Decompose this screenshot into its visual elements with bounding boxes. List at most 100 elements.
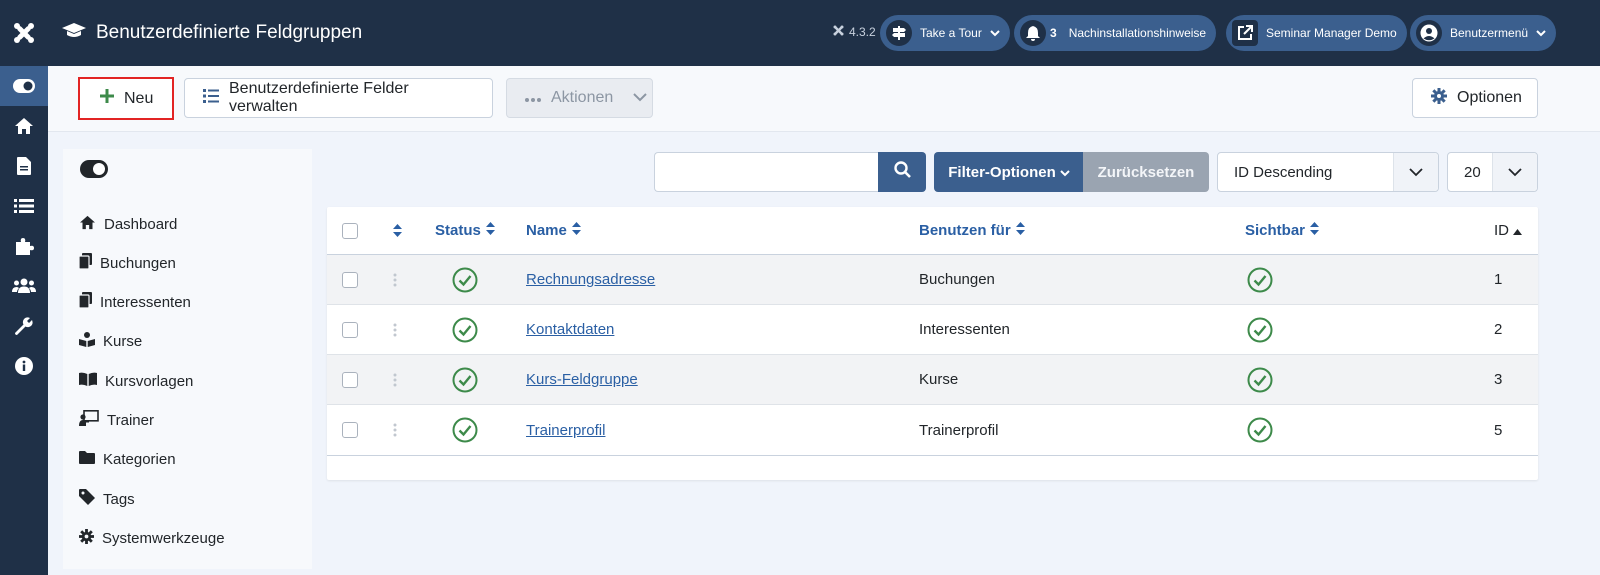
users-icon[interactable] xyxy=(0,266,48,306)
user-menu-button[interactable]: Benutzermenü xyxy=(1410,15,1557,51)
list-icon xyxy=(203,88,219,108)
check-all-checkbox[interactable] xyxy=(342,207,358,254)
sort-icon xyxy=(1310,222,1320,239)
row-checkbox[interactable] xyxy=(342,305,358,354)
sort-icon xyxy=(1015,222,1025,239)
wrench-icon[interactable] xyxy=(0,306,48,346)
row-id: 1 xyxy=(1494,271,1503,288)
ordering-sort-icon[interactable] xyxy=(393,207,402,254)
file-icon[interactable] xyxy=(0,146,48,186)
filter-options-button[interactable]: Filter-Optionen xyxy=(934,152,1084,192)
visible-column-header[interactable]: Sichtbar xyxy=(1245,207,1320,254)
copy-icon xyxy=(78,292,92,312)
row-checkbox[interactable] xyxy=(342,405,358,455)
actions-dropdown[interactable]: Aktionen xyxy=(506,78,653,118)
toggle-menu-icon[interactable] xyxy=(0,66,48,106)
published-status-icon[interactable] xyxy=(452,305,478,354)
row-checkbox[interactable] xyxy=(342,355,358,404)
folder-icon xyxy=(79,450,95,468)
search-input[interactable] xyxy=(654,152,878,192)
take-tour-button[interactable]: Take a Tour xyxy=(880,15,1010,51)
options-button[interactable]: Optionen xyxy=(1412,78,1538,118)
post-installation-messages-button[interactable]: 3 Nachinstallationshinweise xyxy=(1014,15,1217,51)
table-footer xyxy=(327,455,1538,456)
status-column-header[interactable]: Status xyxy=(435,207,495,254)
table-row: Kontaktdaten Interessenten 2 xyxy=(327,305,1538,355)
book-open-icon xyxy=(79,372,97,390)
row-id: 2 xyxy=(1494,321,1503,338)
plus-icon xyxy=(100,89,114,108)
chevron-down-icon xyxy=(1492,153,1537,191)
puzzle-icon[interactable] xyxy=(0,226,48,266)
chevron-down-icon xyxy=(1393,153,1438,191)
new-button[interactable]: Neu xyxy=(78,77,174,120)
list-icon[interactable] xyxy=(0,186,48,226)
joomla-logo-icon[interactable] xyxy=(0,0,48,66)
home-icon[interactable] xyxy=(0,106,48,146)
graduation-cap-icon xyxy=(62,22,86,45)
row-checkbox[interactable] xyxy=(342,255,358,304)
info-icon[interactable] xyxy=(0,346,48,386)
name-column-header[interactable]: Name xyxy=(526,207,581,254)
ellipsis-icon xyxy=(525,89,541,107)
drag-handle-icon[interactable] xyxy=(393,255,397,304)
reset-button[interactable]: Zurücksetzen xyxy=(1083,152,1209,192)
sort-icon xyxy=(485,222,495,239)
used-for-column-header[interactable]: Benutzen für xyxy=(919,207,1025,254)
signpost-icon xyxy=(886,20,912,46)
drag-handle-icon[interactable] xyxy=(393,305,397,354)
search-button[interactable] xyxy=(878,152,926,192)
page-title: Benutzerdefinierte Feldgruppen xyxy=(96,22,363,43)
sidebar-item-courses[interactable]: Kurse xyxy=(79,329,142,353)
site-link-button[interactable]: Seminar Manager Demo xyxy=(1226,15,1407,51)
visible-status-icon xyxy=(1247,405,1273,455)
manage-fields-button[interactable]: Benutzerdefinierte Felder verwalten xyxy=(184,78,493,118)
visible-status-icon xyxy=(1247,255,1273,304)
sidebar-item-dashboard[interactable]: Dashboard xyxy=(79,212,177,236)
sidebar-toggle-icon[interactable] xyxy=(80,160,108,183)
drag-handle-icon[interactable] xyxy=(393,355,397,404)
id-column-header[interactable]: ID xyxy=(1494,207,1522,254)
sidebar-item-system-tools[interactable]: Systemwerkzeuge xyxy=(79,526,225,550)
row-name-link[interactable]: Kurs-Feldgruppe xyxy=(526,371,638,388)
version-label: 4.3.2 xyxy=(849,25,876,39)
chevron-down-icon xyxy=(1536,26,1546,40)
drag-handle-icon[interactable] xyxy=(393,405,397,455)
row-name-link[interactable]: Kontaktdaten xyxy=(526,321,614,338)
list-limit-select[interactable]: 20 xyxy=(1447,152,1538,192)
sidebar-item-categories[interactable]: Kategorien xyxy=(79,447,176,471)
row-id: 5 xyxy=(1494,421,1503,439)
joomla-small-icon xyxy=(833,25,844,39)
sidebar-item-prospects[interactable]: Interessenten xyxy=(78,290,191,314)
field-groups-table: Status Name Benutzen für Sichtbar ID Rec… xyxy=(327,207,1538,480)
sidebar-item-trainer[interactable]: Trainer xyxy=(79,408,154,432)
sidebar-item-bookings[interactable]: Buchungen xyxy=(78,251,176,275)
tag-icon xyxy=(79,489,95,509)
cog-icon xyxy=(79,528,94,548)
row-name-link[interactable]: Rechnungsadresse xyxy=(526,271,655,288)
ordering-select[interactable]: ID Descending xyxy=(1217,152,1439,192)
published-status-icon[interactable] xyxy=(452,405,478,455)
table-row: Rechnungsadresse Buchungen 1 xyxy=(327,255,1538,305)
sidebar-item-course-templates[interactable]: Kursvorlagen xyxy=(79,369,193,393)
sort-icon xyxy=(571,222,581,239)
visible-status-icon xyxy=(1247,305,1273,354)
table-row: Trainerprofil Trainerprofil 5 xyxy=(327,405,1538,455)
visible-status-icon xyxy=(1247,355,1273,404)
published-status-icon[interactable] xyxy=(452,355,478,404)
chalkboard-teacher-icon xyxy=(79,410,99,430)
chevron-down-icon xyxy=(633,89,647,107)
home-icon xyxy=(79,215,96,234)
row-used-for: Trainerprofil xyxy=(919,421,999,439)
notification-count: 3 xyxy=(1050,26,1057,40)
table-row: Kurs-Feldgruppe Kurse 3 xyxy=(327,355,1538,405)
user-circle-icon xyxy=(1416,20,1442,46)
published-status-icon[interactable] xyxy=(452,255,478,304)
row-id: 3 xyxy=(1494,371,1503,388)
toolbar: Neu Benutzerdefinierte Felder verwalten … xyxy=(48,66,1600,132)
sort-ascending-icon xyxy=(1513,222,1522,239)
row-name-link[interactable]: Trainerprofil xyxy=(526,422,605,439)
row-used-for: Kurse xyxy=(919,371,959,388)
external-link-icon xyxy=(1232,20,1258,46)
sidebar-item-tags[interactable]: Tags xyxy=(79,487,135,511)
